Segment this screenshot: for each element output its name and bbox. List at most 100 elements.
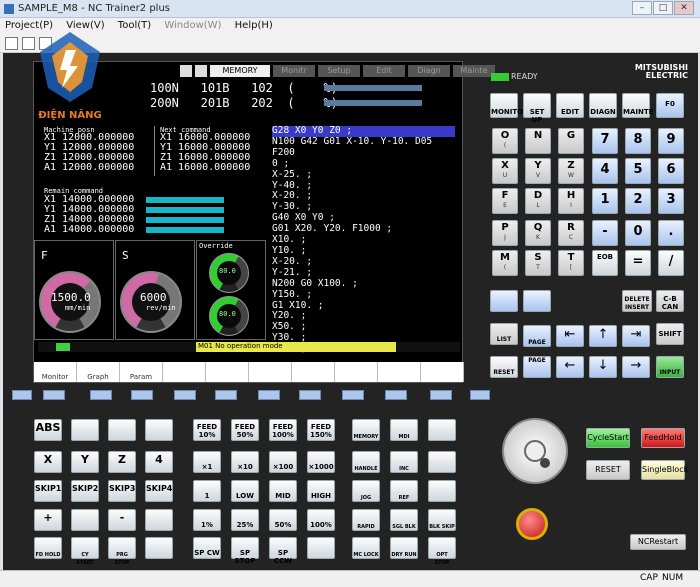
feed-key-2-3[interactable]: HIGH xyxy=(307,480,335,502)
feed-key-1-1[interactable]: ×10 xyxy=(231,451,259,473)
key-monitor[interactable]: MONITOR xyxy=(490,93,529,118)
mode-key-4-2[interactable]: OPT STOP xyxy=(428,537,456,566)
tab-setup[interactable]: Setup xyxy=(318,65,360,77)
key-slash[interactable]: / xyxy=(658,250,684,276)
softkey-monitor[interactable]: Monitor xyxy=(34,362,77,382)
key-letter-d[interactable]: DL xyxy=(525,188,551,214)
key-mainte[interactable]: MAINTE xyxy=(622,93,653,118)
softkey-6[interactable] xyxy=(249,362,292,382)
key-eob[interactable]: EOB xyxy=(592,250,618,276)
tab-edit[interactable]: Edit xyxy=(363,65,405,77)
fkey-5[interactable] xyxy=(215,390,237,400)
menu-tool[interactable]: Tool(T) xyxy=(113,18,156,33)
key-letter-m[interactable]: M( xyxy=(492,250,518,276)
fkey-8[interactable] xyxy=(342,390,364,400)
feed-key-0-1[interactable]: FEED 50% xyxy=(231,419,259,441)
lower-left-4-2[interactable]: PRG STOP xyxy=(108,537,136,566)
nc-restart-button[interactable]: NCRestart xyxy=(630,534,686,550)
key-page-up[interactable]: PAGE xyxy=(523,325,551,347)
mode-key-0-2[interactable] xyxy=(428,419,456,441)
mode-key-1-2[interactable] xyxy=(428,451,456,473)
softkey-param[interactable]: Param xyxy=(120,362,163,382)
key-letter-p[interactable]: PJ xyxy=(492,220,518,246)
lower-left-1-1[interactable]: Y xyxy=(71,451,99,473)
key-equals[interactable]: = xyxy=(625,250,651,276)
minimize-button[interactable]: – xyxy=(632,1,652,15)
emergency-stop-button[interactable] xyxy=(516,508,548,540)
lower-left-0-1[interactable] xyxy=(71,419,99,441)
lower-left-2-3[interactable]: SKIP4 xyxy=(145,480,173,502)
key-cb-can[interactable]: C-B CAN xyxy=(656,290,684,312)
feed-hold-button[interactable]: FeedHold xyxy=(641,428,685,448)
feed-key-2-0[interactable]: 1 xyxy=(193,480,221,502)
key-input[interactable]: INPUT xyxy=(656,356,684,378)
key-num-0-0[interactable]: 7 xyxy=(592,128,618,154)
mode-key-3-1[interactable]: SGL BLK xyxy=(390,509,418,531)
lower-left-3-1[interactable] xyxy=(71,509,99,531)
softkey-9[interactable] xyxy=(378,362,421,382)
key-reset[interactable]: RESET xyxy=(490,356,518,378)
softkey-10[interactable] xyxy=(421,362,464,382)
feed-key-2-2[interactable]: MID xyxy=(269,480,297,502)
feed-key-4-3[interactable] xyxy=(307,537,335,559)
key-edit[interactable]: EDIT xyxy=(556,93,584,118)
mode-key-0-1[interactable]: MDI xyxy=(390,419,418,441)
key-up[interactable]: ↑ xyxy=(589,325,617,347)
key-end[interactable]: ⇥ xyxy=(622,325,650,347)
key-right[interactable]: → xyxy=(622,356,650,378)
key-num-3-1[interactable]: 0 xyxy=(625,220,651,246)
key-num-0-1[interactable]: 8 xyxy=(625,128,651,154)
tab-mainte[interactable]: Mainte xyxy=(453,65,495,77)
feed-key-3-0[interactable]: 1% xyxy=(193,509,221,531)
new-file-icon[interactable] xyxy=(5,37,18,50)
key-diagn[interactable]: DIAGN xyxy=(589,93,617,118)
key-num-0-2[interactable]: 9 xyxy=(658,128,684,154)
feed-key-1-2[interactable]: ×100 xyxy=(269,451,297,473)
lower-left-3-0[interactable]: + xyxy=(34,509,62,531)
feed-key-4-0[interactable]: SP CW xyxy=(193,537,221,559)
feed-key-0-3[interactable]: FEED 150% xyxy=(307,419,335,441)
lower-left-0-2[interactable] xyxy=(108,419,136,441)
key-letter-n[interactable]: N xyxy=(525,128,551,154)
mode-key-4-1[interactable]: DRY RUN xyxy=(390,537,418,559)
key-letter-f[interactable]: FE xyxy=(492,188,518,214)
feed-key-1-3[interactable]: ×1000 xyxy=(307,451,335,473)
tab-diagn[interactable]: Diagn xyxy=(408,65,450,77)
single-block-button[interactable]: SingleBlock xyxy=(641,460,688,480)
key-letter-g[interactable]: G xyxy=(558,128,584,154)
key-letter-z[interactable]: ZW xyxy=(558,158,584,184)
key-letter-h[interactable]: HI xyxy=(558,188,584,214)
key-letter-x[interactable]: XU xyxy=(492,158,518,184)
key-num-3-2[interactable]: . xyxy=(658,220,684,246)
key-letter-s[interactable]: ST xyxy=(525,250,551,276)
feed-key-4-1[interactable]: SP STOP xyxy=(231,537,259,565)
key-shift[interactable]: SHIFT xyxy=(656,323,684,345)
feed-key-3-3[interactable]: 100% xyxy=(307,509,335,531)
menu-help[interactable]: Help(H) xyxy=(230,18,278,33)
lower-left-2-2[interactable]: SKIP3 xyxy=(108,480,136,502)
fkey-1[interactable] xyxy=(43,390,65,400)
mode-key-2-2[interactable] xyxy=(428,480,456,502)
fkey-6[interactable] xyxy=(258,390,280,400)
key-delete-insert[interactable]: DELETE INSERT xyxy=(622,290,652,312)
key-letter-q[interactable]: QK xyxy=(525,220,551,246)
tab-blank-1[interactable] xyxy=(180,65,192,77)
key-letter-r[interactable]: RC xyxy=(558,220,584,246)
key-num-2-2[interactable]: 3 xyxy=(658,188,684,214)
feed-key-0-0[interactable]: FEED 10% xyxy=(193,419,221,441)
key-help[interactable] xyxy=(490,290,518,312)
key-home[interactable]: ⇤ xyxy=(556,325,584,347)
fkey-prev[interactable] xyxy=(12,390,32,400)
mode-key-0-0[interactable]: MEMORY xyxy=(352,419,380,441)
key-num-1-1[interactable]: 5 xyxy=(625,158,651,184)
softkey-5[interactable] xyxy=(206,362,249,382)
mode-key-4-0[interactable]: MC LOCK xyxy=(352,537,380,559)
lower-left-2-0[interactable]: SKIP1 xyxy=(34,480,62,502)
fkey-4[interactable] xyxy=(174,390,196,400)
tab-blank-2[interactable] xyxy=(195,65,207,77)
close-button[interactable]: ✕ xyxy=(674,1,694,15)
lower-left-0-3[interactable] xyxy=(145,419,173,441)
tab-memory[interactable]: MEMORY xyxy=(210,65,270,77)
lower-left-4-1[interactable]: CY START xyxy=(71,537,99,566)
feed-key-0-2[interactable]: FEED 100% xyxy=(269,419,297,441)
